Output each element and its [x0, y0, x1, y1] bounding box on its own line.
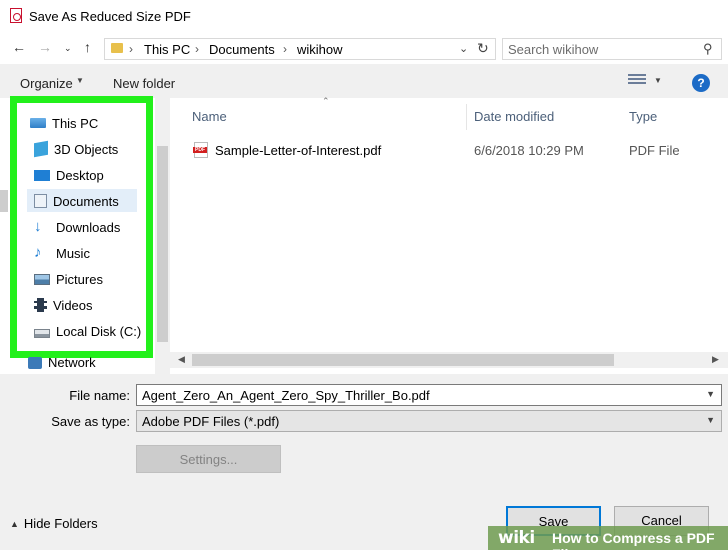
hide-folders-label: Hide Folders [23, 516, 98, 531]
save-type-select[interactable]: Adobe PDF Files (*.pdf) ▼ [136, 410, 722, 432]
caret-up-icon: ▲ [10, 518, 19, 529]
save-type-value: Adobe PDF Files (*.pdf) [142, 414, 280, 429]
breadcrumb-this-pc[interactable]: This PC [144, 42, 190, 57]
chevron-right-icon[interactable]: › [129, 42, 133, 56]
sort-caret-icon: ⌃ [322, 96, 330, 106]
search-input[interactable]: Search wikihow ⚲ [502, 38, 722, 60]
file-name-field[interactable]: Agent_Zero_An_Agent_Zero_Spy_Thriller_Bo… [136, 384, 722, 406]
toolbar: Organize ▼ New folder ▼ ? [0, 64, 728, 98]
file-name-label: File name: [69, 388, 130, 403]
highlight-box [10, 96, 153, 358]
address-bar[interactable]: › This PC › Documents › wikihow ⌄ ↻ [104, 38, 496, 60]
help-icon[interactable]: ? [692, 74, 710, 92]
wikihow-watermark: wiki How to Compress a PDF File [488, 526, 728, 550]
save-type-label: Save as type: [51, 414, 130, 429]
chevron-down-icon[interactable]: ▼ [706, 415, 715, 425]
file-date-cell: 6/6/2018 10:29 PM [474, 143, 584, 158]
watermark-title: How to Compress a PDF File [552, 530, 715, 550]
caret-down-icon[interactable]: ▼ [76, 76, 84, 85]
new-folder-button[interactable]: New folder [113, 76, 175, 91]
horizontal-scrollbar[interactable] [170, 352, 728, 368]
scroll-right-icon[interactable]: ▶ [712, 354, 719, 365]
search-icon[interactable]: ⚲ [703, 41, 713, 57]
network-icon [28, 356, 42, 369]
chevron-right-icon[interactable]: › [195, 42, 199, 56]
sidebar-item-network[interactable]: Network [28, 355, 96, 370]
chevron-down-icon[interactable]: ▼ [706, 389, 715, 399]
file-type-cell: PDF File [629, 143, 680, 158]
horizontal-scroll-thumb[interactable] [192, 354, 614, 366]
nav-scroll-marker [0, 190, 8, 212]
title-bar: Save As Reduced Size PDF [0, 0, 728, 34]
address-row: ← → ⌄ ↑ › This PC › Documents › wikihow … [0, 34, 728, 64]
recent-chevron-icon[interactable]: ⌄ [64, 43, 72, 54]
hide-folders-toggle[interactable]: ▲ Hide Folders [10, 516, 98, 531]
column-divider[interactable] [466, 104, 467, 130]
column-header-type[interactable]: Type [629, 109, 657, 124]
folder-icon [111, 43, 123, 53]
forward-arrow-icon[interactable]: → [38, 39, 52, 55]
file-name-cell[interactable]: Sample-Letter-of-Interest.pdf [215, 143, 381, 158]
settings-button[interactable]: Settings... [136, 445, 281, 473]
breadcrumb-documents[interactable]: Documents [209, 42, 275, 57]
window-title: Save As Reduced Size PDF [29, 9, 191, 24]
file-name-value: Agent_Zero_An_Agent_Zero_Spy_Thriller_Bo… [142, 388, 430, 403]
pdf-app-icon [10, 8, 22, 23]
scroll-left-icon[interactable]: ◀ [178, 354, 185, 365]
view-options-icon[interactable] [628, 74, 646, 88]
column-header-date[interactable]: Date modified [474, 109, 554, 124]
nav-scroll-thumb[interactable] [157, 146, 168, 342]
watermark-brand: wiki [498, 528, 535, 548]
caret-down-icon[interactable]: ▼ [654, 76, 662, 85]
sidebar-item-label: Network [48, 355, 96, 370]
refresh-icon[interactable]: ↻ [477, 40, 489, 57]
up-arrow-icon[interactable]: ↑ [84, 39, 91, 55]
pdf-file-icon: PDF [193, 142, 208, 158]
column-header-name[interactable]: Name [192, 109, 227, 124]
chevron-down-icon[interactable]: ⌄ [459, 42, 468, 55]
organize-button[interactable]: Organize [20, 76, 73, 91]
breadcrumb-wikihow[interactable]: wikihow [297, 42, 343, 57]
back-arrow-icon[interactable]: ← [12, 39, 26, 55]
file-list [170, 98, 728, 374]
search-placeholder: Search wikihow [508, 42, 599, 57]
chevron-right-icon[interactable]: › [283, 42, 287, 56]
